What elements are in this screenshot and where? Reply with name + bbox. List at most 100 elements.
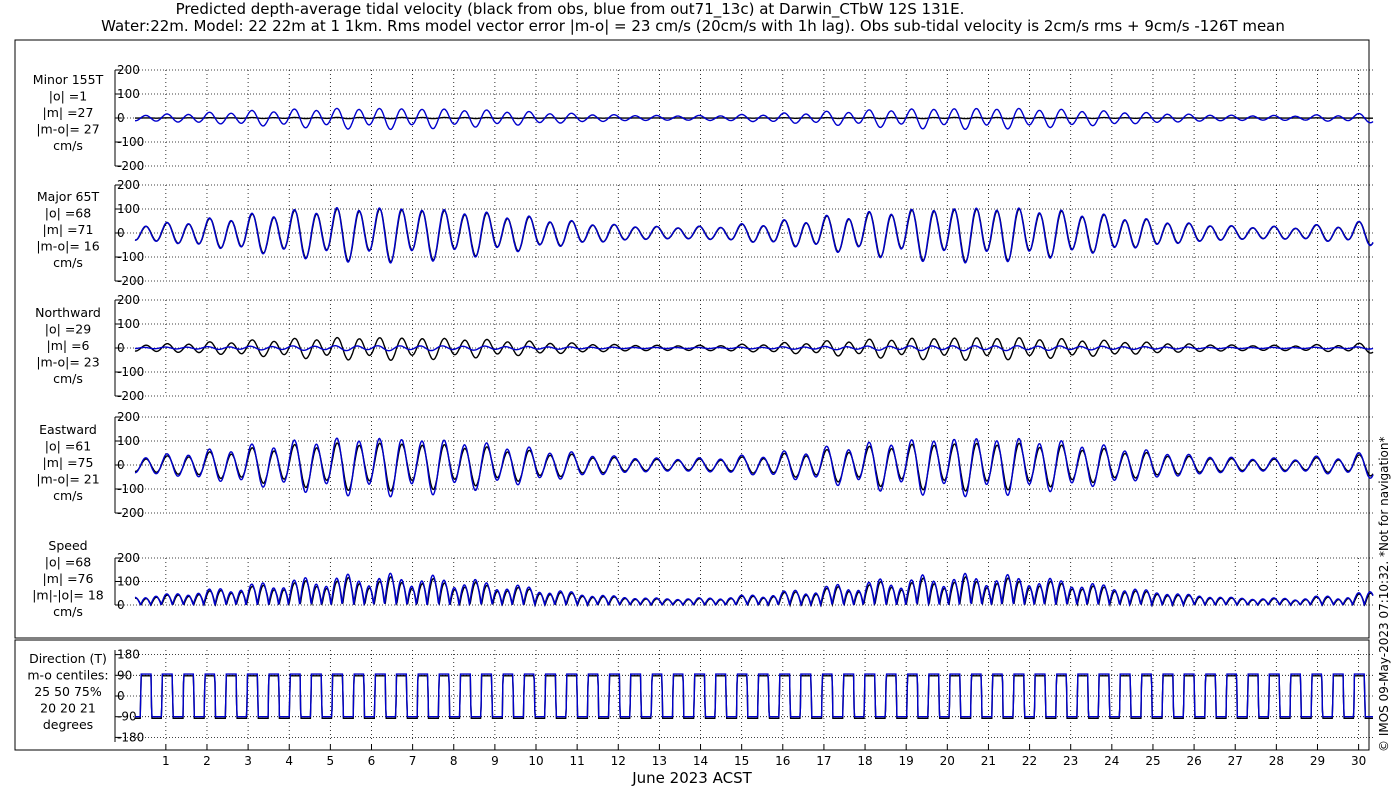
east-obs-series <box>134 442 1374 492</box>
minor-ytick-label: -200 <box>117 159 144 173</box>
north-label-1: |o| =29 <box>45 322 91 337</box>
x-tick-label: 22 <box>1022 754 1037 768</box>
minor-label-2: |m| =27 <box>43 105 94 120</box>
direction-model-series <box>135 673 1373 718</box>
major-ytick-label: 0 <box>117 226 125 240</box>
direction-label-2: 25 50 75% <box>34 684 102 699</box>
major-ytick-label: -200 <box>117 274 144 288</box>
major-label-1: |o| =68 <box>45 206 91 221</box>
x-tick-label: 6 <box>368 754 376 768</box>
major-obs-series <box>134 207 1374 263</box>
x-tick-label: 13 <box>652 754 667 768</box>
minor-label-1: |o| =1 <box>49 89 87 104</box>
major-label-3: |m-o|= 16 <box>36 239 99 254</box>
east-label-1: |o| =61 <box>45 439 91 454</box>
x-axis-label: June 2023 ACST <box>631 769 752 787</box>
x-tick-label: 9 <box>491 754 499 768</box>
minor-ytick-label: 200 <box>117 63 140 77</box>
x-axis: 1 2 3 4 5 6 7 8 9 10 11 12 13 14 15 16 17 18 19 20 21 22 23 24 2… <box>162 744 1366 768</box>
minor-ytick-label: 0 <box>117 111 125 125</box>
minor-label-0: Minor 155T <box>33 72 104 87</box>
x-tick-label: 19 <box>899 754 914 768</box>
chart-panels: 200 100 0 -100 -200 Minor 155T |o| =1|m| =27 |m… <box>27 63 1374 744</box>
speed-model-series <box>134 572 1374 608</box>
north-ytick-label: 0 <box>117 341 125 355</box>
major-label-2: |m| =71 <box>43 222 94 237</box>
x-tick-label: 23 <box>1063 754 1078 768</box>
x-tick-label: 8 <box>450 754 458 768</box>
speed-label-0: Speed <box>48 538 87 553</box>
north-ytick-label: 100 <box>117 317 140 331</box>
direction-label-4: degrees <box>43 717 93 732</box>
chart-frames <box>14 39 1370 751</box>
upper-frame <box>14 39 1370 639</box>
north-ytick-label: -100 <box>117 365 144 379</box>
major-label-4: cm/s <box>53 255 83 270</box>
x-tick-label: 12 <box>611 754 626 768</box>
north-label-4: cm/s <box>53 371 83 386</box>
x-tick-label: 10 <box>528 754 543 768</box>
east-ytick-label: 100 <box>117 434 140 448</box>
x-tick-label: 29 <box>1310 754 1325 768</box>
east-label-3: |m-o|= 21 <box>36 472 99 487</box>
east-label-0: Eastward <box>39 422 97 437</box>
minor-label-4: cm/s <box>53 138 83 153</box>
x-tick-label: 11 <box>570 754 585 768</box>
x-tick-label: 2 <box>203 754 211 768</box>
north-ytick-label: 200 <box>117 293 140 307</box>
x-tick-label: 15 <box>734 754 749 768</box>
east-ytick-label: -200 <box>117 506 144 520</box>
east-label-2: |m| =75 <box>43 455 94 470</box>
direction-ytick-label: 180 <box>117 648 140 662</box>
x-tick-label: 1 <box>162 754 170 768</box>
minor-label-3: |m-o|= 27 <box>36 122 99 137</box>
east-label-4: cm/s <box>53 488 83 503</box>
major-model-series <box>135 206 1374 264</box>
x-tick-label: 14 <box>693 754 708 768</box>
direction-ytick-label: -180 <box>117 730 144 744</box>
minor-ytick-label: 100 <box>117 87 140 101</box>
x-tick-label: 20 <box>940 754 955 768</box>
direction-ytick-label: 0 <box>117 689 125 703</box>
speed-label-1: |o| =68 <box>45 555 91 570</box>
lower-frame <box>14 639 1370 751</box>
x-tick-label: 28 <box>1269 754 1284 768</box>
east-model-series <box>134 437 1374 498</box>
x-tick-label: 16 <box>775 754 790 768</box>
speed-label-4: cm/s <box>53 604 83 619</box>
x-tick-label: 18 <box>857 754 872 768</box>
x-tick-label: 27 <box>1228 754 1243 768</box>
north-label-0: Northward <box>35 305 101 320</box>
north-label-3: |m-o|= 23 <box>36 355 99 370</box>
east-ytick-label: 200 <box>117 410 140 424</box>
direction-label-1: m-o centiles: <box>27 668 108 683</box>
speed-ytick-label: 0 <box>117 598 125 612</box>
panel-major: 200 100 0 -100 -200 Major 65T |o| =68|m| =71 |m… <box>36 178 1374 288</box>
x-tick-label: 26 <box>1186 754 1201 768</box>
east-ytick-label: 0 <box>117 458 125 472</box>
x-tick-label: 4 <box>285 754 293 768</box>
x-tick-label: 3 <box>244 754 252 768</box>
direction-ytick-label: -90 <box>117 710 137 724</box>
x-tick-label: 7 <box>409 754 417 768</box>
direction-label-0: Direction (T) <box>29 651 107 666</box>
speed-ytick-label: 200 <box>117 551 140 565</box>
panel-minor: 200 100 0 -100 -200 Minor 155T |o| =1|m| =27 |m… <box>33 63 1374 173</box>
panel-direction: 180900-90-180Direction (T)m-o centiles:2… <box>27 648 1373 744</box>
panel-speed: 200 100 0 Speed |o| =68|m| =76 |m|-|o|= 18cm/… <box>32 538 1374 619</box>
minor-ytick-label: -100 <box>117 135 144 149</box>
tidal-velocity-chart: 2001000-100-200Minor 155T|o| =1|m| =27|m… <box>14 39 1391 787</box>
x-tick-label: 25 <box>1145 754 1160 768</box>
major-label-0: Major 65T <box>37 189 100 204</box>
x-tick-label: 30 <box>1351 754 1366 768</box>
major-ytick-label: -100 <box>117 250 144 264</box>
north-label-2: |m| =6 <box>47 338 90 353</box>
speed-ytick-label: 100 <box>117 575 140 589</box>
panel-north: 200 100 0 -100 -200 Northward |o| =29|m| =6 |m-… <box>35 293 1374 403</box>
x-tick-label: 21 <box>981 754 996 768</box>
x-tick-label: 24 <box>1104 754 1119 768</box>
speed-label-3: |m|-|o|= 18 <box>32 588 104 603</box>
north-ytick-label: -200 <box>117 389 144 403</box>
major-ytick-label: 200 <box>117 178 140 192</box>
x-tick-label: 5 <box>327 754 335 768</box>
